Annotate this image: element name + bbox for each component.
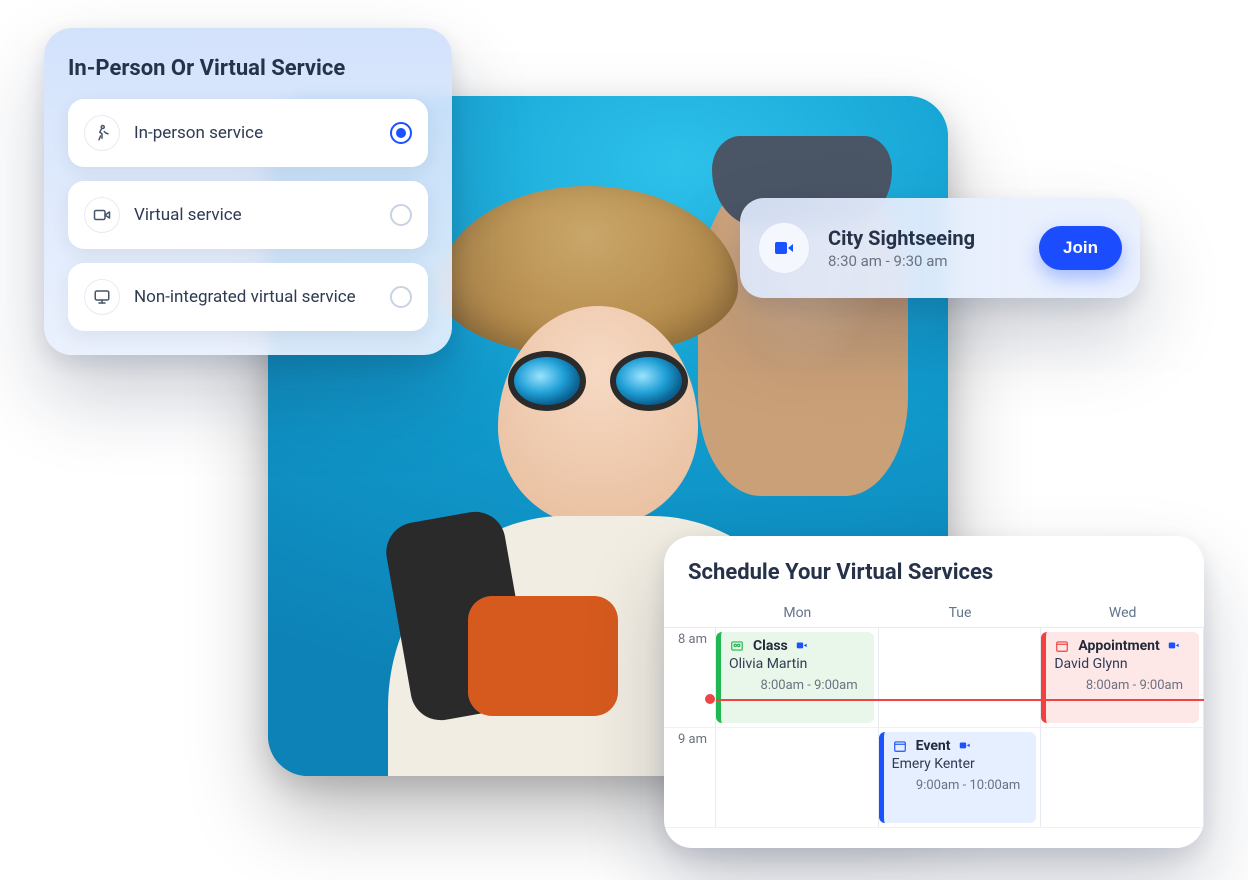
calendar-icon <box>1054 639 1072 653</box>
event-person: Emery Kenter <box>892 756 1029 772</box>
join-text: City Sightseeing 8:30 am - 9:30 am <box>828 226 975 270</box>
radio[interactable] <box>390 286 412 308</box>
event-time: 8:00am - 9:00am <box>729 674 866 693</box>
cell-wed-9[interactable] <box>1041 728 1204 828</box>
event-type: Appointment <box>1078 638 1159 654</box>
now-line <box>716 699 1204 701</box>
event-type: Event <box>916 738 951 754</box>
event-time: 8:00am - 9:00am <box>1054 674 1191 693</box>
join-button[interactable]: Join <box>1039 226 1122 270</box>
day-wed: Wed <box>1041 599 1204 627</box>
option-label: Virtual service <box>134 205 376 225</box>
option-label: Non-integrated virtual service <box>134 287 376 307</box>
option-in-person[interactable]: In-person service <box>68 99 428 167</box>
event-type: Class <box>753 638 788 654</box>
video-icon <box>758 222 810 274</box>
event-time: 9:00am - 10:00am <box>892 774 1029 793</box>
service-type-title: In-Person Or Virtual Service <box>68 56 428 81</box>
radio-selected[interactable] <box>390 122 412 144</box>
event-person: David Glynn <box>1054 656 1191 672</box>
walk-icon <box>84 115 120 151</box>
calendar: Mon Tue Wed 8 am Class <box>664 599 1204 828</box>
cell-tue-8[interactable] <box>879 628 1042 728</box>
join-time: 8:30 am - 9:30 am <box>828 252 975 270</box>
cell-tue-9[interactable]: Event Emery Kenter 9:00am - 10:00am <box>879 728 1042 828</box>
event-event[interactable]: Event Emery Kenter 9:00am - 10:00am <box>879 732 1037 823</box>
day-mon: Mon <box>716 599 879 627</box>
service-type-card: In-Person Or Virtual Service In-person s… <box>44 28 452 355</box>
calendar-icon <box>892 739 910 753</box>
event-appointment[interactable]: Appointment David Glynn 8:00am - 9:00am <box>1041 632 1199 723</box>
day-tue: Tue <box>879 599 1042 627</box>
calendar-header: Mon Tue Wed <box>664 599 1204 627</box>
video-icon <box>1166 639 1184 653</box>
cell-wed-8[interactable]: Appointment David Glynn 8:00am - 9:00am <box>1041 628 1204 728</box>
schedule-card: Schedule Your Virtual Services Mon Tue W… <box>664 536 1204 848</box>
cell-mon-8[interactable]: Class Olivia Martin 8:00am - 9:00am <box>716 628 879 728</box>
cell-mon-9[interactable] <box>716 728 879 828</box>
join-title: City Sightseeing <box>828 226 975 250</box>
users-icon <box>729 639 747 653</box>
video-icon <box>957 739 975 753</box>
option-virtual[interactable]: Virtual service <box>68 181 428 249</box>
join-card: City Sightseeing 8:30 am - 9:30 am Join <box>740 198 1140 298</box>
event-person: Olivia Martin <box>729 656 866 672</box>
radio[interactable] <box>390 204 412 226</box>
monitor-icon <box>84 279 120 315</box>
calendar-grid: 8 am Class Olivia Martin 8:00am - 9:00am <box>664 627 1204 828</box>
option-label: In-person service <box>134 123 376 143</box>
option-nonintegrated[interactable]: Non-integrated virtual service <box>68 263 428 331</box>
time-8am: 8 am <box>664 628 716 728</box>
schedule-title: Schedule Your Virtual Services <box>664 560 1204 599</box>
now-dot <box>705 694 715 704</box>
time-9am: 9 am <box>664 728 716 828</box>
event-class[interactable]: Class Olivia Martin 8:00am - 9:00am <box>716 632 874 723</box>
video-icon <box>794 639 812 653</box>
video-icon <box>84 197 120 233</box>
